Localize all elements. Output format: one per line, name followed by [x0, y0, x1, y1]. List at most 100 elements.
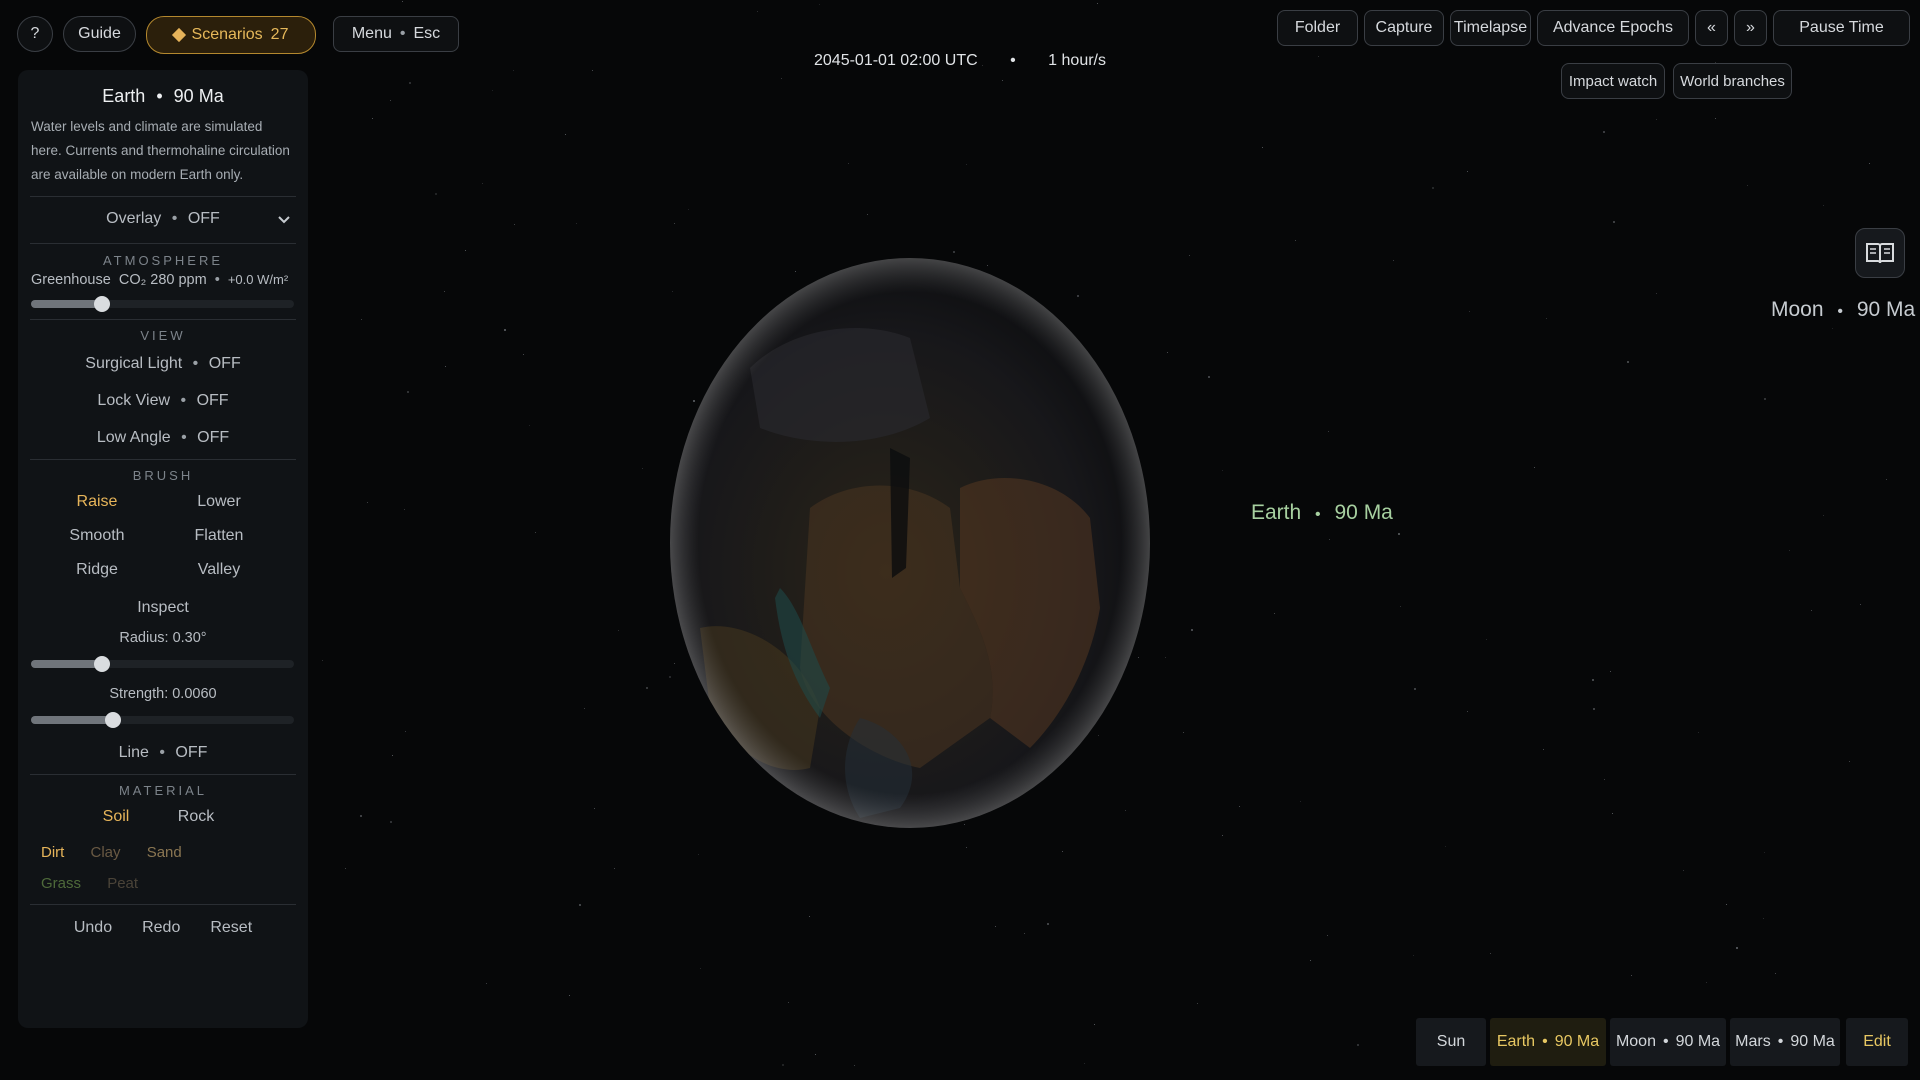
reset-button[interactable]: Reset	[210, 919, 252, 937]
low-angle-toggle[interactable]: Low Angle • OFF	[18, 429, 308, 447]
moon-body-label[interactable]: Moon • 90 Ma	[1771, 298, 1915, 322]
material-soil[interactable]: Soil	[76, 808, 156, 826]
star	[1832, 328, 1833, 329]
tab-earth[interactable]: Earth • 90 Ma	[1490, 1018, 1606, 1066]
timelapse-button[interactable]: Timelapse	[1450, 10, 1531, 46]
star	[514, 224, 515, 225]
tab-sun[interactable]: Sun	[1416, 1018, 1486, 1066]
star	[444, 291, 445, 292]
star	[1592, 679, 1594, 681]
greenhouse-slider[interactable]	[31, 296, 294, 312]
star	[1610, 671, 1611, 672]
line-separator: •	[159, 744, 165, 761]
lock-view-value: OFF	[196, 392, 229, 409]
star	[405, 731, 406, 732]
tab-mars[interactable]: Mars • 90 Ma	[1730, 1018, 1840, 1066]
star	[1656, 293, 1657, 294]
star	[614, 868, 615, 869]
earth-label-separator: •	[1315, 506, 1321, 523]
star	[565, 134, 566, 135]
low-angle-label: Low Angle	[96, 429, 171, 446]
lock-view-label: Lock View	[97, 392, 171, 409]
scenarios-count: 27	[270, 26, 289, 43]
strength-slider[interactable]	[31, 712, 294, 728]
earth-globe[interactable]	[660, 248, 1160, 838]
greenhouse-forcing: +0.0 W/m²	[227, 272, 289, 287]
strength-label: Strength: 0.0060	[109, 686, 217, 702]
star	[569, 995, 570, 996]
editor-panel: Earth • 90 Ma Water levels and climate a…	[18, 70, 308, 1028]
star	[1357, 1044, 1359, 1046]
scenarios-button[interactable]: Scenarios 27	[146, 16, 316, 54]
lock-view-toggle[interactable]: Lock View • OFF	[18, 392, 308, 410]
star	[1262, 147, 1263, 148]
atmosphere-header: ATMOSPHERE	[102, 253, 224, 268]
star	[618, 630, 619, 631]
star	[445, 366, 446, 367]
star	[1612, 813, 1613, 814]
soil-peat[interactable]: Peat	[107, 875, 138, 892]
capture-button[interactable]: Capture	[1364, 10, 1444, 46]
earth-body-label[interactable]: Earth • 90 Ma	[1251, 501, 1393, 525]
overlay-toggle[interactable]: Overlay • OFF	[18, 210, 308, 232]
brush-ridge[interactable]: Ridge	[36, 561, 158, 579]
tab-edit[interactable]: Edit	[1846, 1018, 1908, 1066]
material-rock[interactable]: Rock	[156, 808, 236, 826]
brush-lower[interactable]: Lower	[158, 493, 280, 511]
next-epoch-button[interactable]: »	[1734, 10, 1767, 46]
star	[1047, 923, 1049, 925]
brush-valley[interactable]: Valley	[158, 561, 280, 579]
star	[698, 854, 699, 855]
menu-label: Menu	[351, 25, 392, 42]
greenhouse-co2: CO₂ 280 ppm	[118, 272, 207, 288]
greenhouse-separator: •	[214, 272, 220, 288]
low-angle-separator: •	[181, 429, 187, 446]
radius-slider[interactable]	[31, 656, 294, 672]
pause-time-button[interactable]: Pause Time	[1773, 10, 1910, 46]
book-icon	[1866, 243, 1894, 264]
soil-clay[interactable]: Clay	[91, 844, 121, 861]
book-button[interactable]	[1855, 228, 1905, 278]
help-button[interactable]: ?	[17, 16, 53, 52]
soil-dirt[interactable]: Dirt	[41, 844, 64, 861]
star	[1097, 3, 1098, 4]
greenhouse-slider-knob[interactable]	[94, 296, 110, 312]
impact-watch-button[interactable]: Impact watch	[1561, 63, 1665, 99]
radius-slider-knob[interactable]	[94, 656, 110, 672]
line-toggle[interactable]: Line • OFF	[18, 744, 308, 762]
world-branches-button[interactable]: World branches	[1673, 63, 1792, 99]
panel-title-separator: •	[156, 86, 163, 106]
previous-epoch-button[interactable]: «	[1695, 10, 1728, 46]
panel-description: Water levels and climate are simulated h…	[31, 119, 290, 182]
folder-button[interactable]: Folder	[1277, 10, 1358, 46]
star	[1183, 732, 1184, 733]
redo-button[interactable]: Redo	[142, 919, 180, 937]
menu-button[interactable]: Menu • Esc	[333, 16, 459, 52]
brush-raise[interactable]: Raise	[36, 493, 158, 511]
soil-sand[interactable]: Sand	[147, 844, 182, 861]
surgical-light-toggle[interactable]: Surgical Light • OFF	[18, 355, 308, 373]
strength-slider-knob[interactable]	[104, 712, 121, 728]
folder-label: Folder	[1294, 19, 1341, 36]
sim-datetime: 2045-01-01 02:00 UTC	[814, 52, 978, 69]
star	[1327, 935, 1328, 936]
guide-label: Guide	[78, 25, 121, 42]
inspect-button[interactable]: Inspect	[18, 599, 308, 617]
soil-grass[interactable]: Grass	[41, 875, 81, 892]
tab-moon-separator: •	[1662, 1033, 1669, 1050]
diamond-icon	[171, 27, 186, 43]
star	[576, 223, 577, 224]
tab-mars-name: Mars	[1735, 1033, 1771, 1050]
star	[819, 4, 820, 5]
viewport[interactable]: ? Guide Scenarios 27 Menu • Esc 2045-01-…	[0, 0, 1920, 1080]
brush-smooth[interactable]: Smooth	[36, 527, 158, 545]
advance-epochs-button[interactable]: Advance Epochs	[1537, 10, 1689, 46]
star	[1400, 606, 1401, 607]
star	[1764, 398, 1766, 400]
star	[867, 214, 868, 215]
brush-flatten[interactable]: Flatten	[158, 527, 280, 545]
guide-button[interactable]: Guide	[63, 16, 136, 52]
undo-button[interactable]: Undo	[74, 919, 112, 937]
tab-moon[interactable]: Moon • 90 Ma	[1610, 1018, 1726, 1066]
star	[1002, 80, 1003, 81]
